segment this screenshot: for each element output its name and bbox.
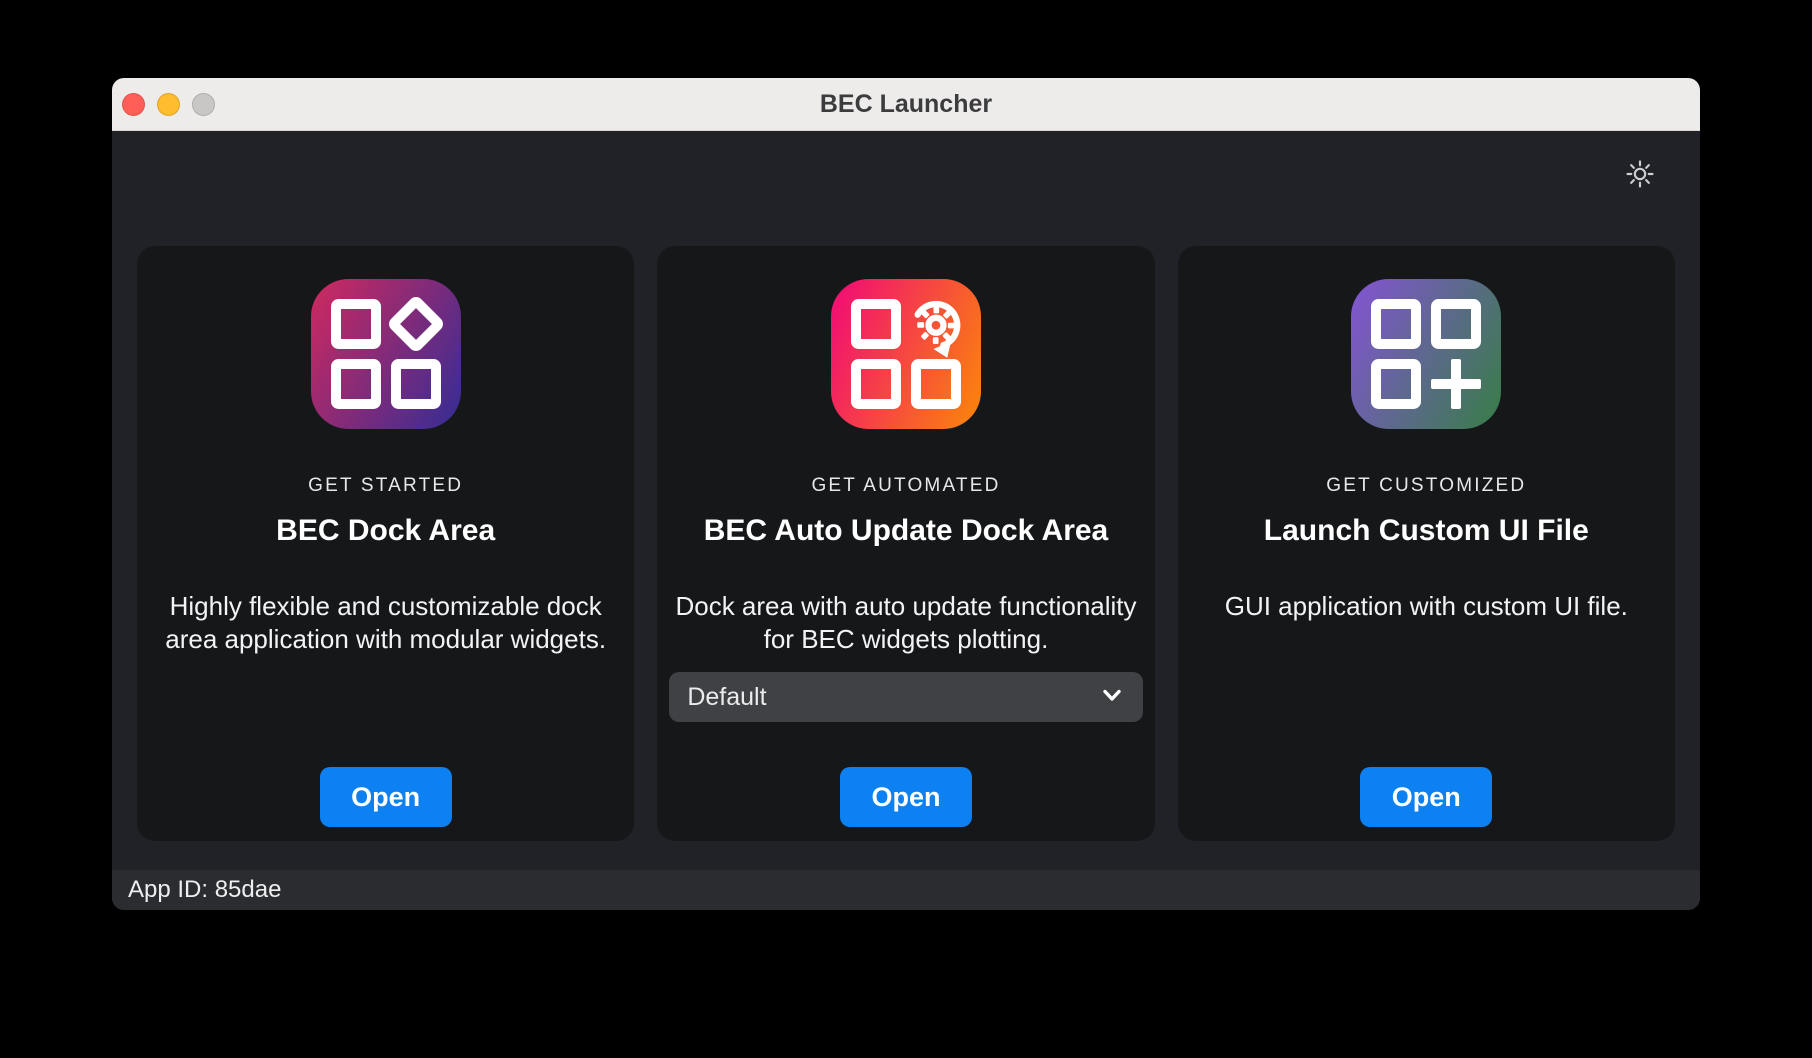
launcher-cards-row: GET STARTED BEC Dock Area Highly flexibl… (137, 246, 1675, 841)
config-select-value: Default (687, 683, 766, 712)
theme-toggle-button[interactable] (1620, 155, 1660, 195)
close-window-button[interactable] (122, 93, 145, 116)
card-launch-custom-ui: GET CUSTOMIZED Launch Custom UI File GUI… (1178, 246, 1675, 841)
main-content: GET STARTED BEC Dock Area Highly flexibl… (112, 131, 1700, 910)
app-id-label: App ID: 85dae (128, 876, 281, 904)
card-auto-update-dock-area: GET AUTOMATED BEC Auto Update Dock Area … (657, 246, 1154, 841)
card-description: GUI application with custom UI file. (1225, 590, 1628, 623)
card-eyebrow: GET CUSTOMIZED (1326, 475, 1526, 497)
status-bar: App ID: 85dae (112, 870, 1700, 910)
custom-ui-grid-icon (1351, 279, 1501, 429)
card-bec-dock-area: GET STARTED BEC Dock Area Highly flexibl… (137, 246, 634, 841)
zoom-window-button[interactable] (192, 93, 215, 116)
card-eyebrow: GET STARTED (308, 475, 463, 497)
card-description: Dock area with auto update functionality… (670, 590, 1142, 656)
card-eyebrow: GET AUTOMATED (811, 475, 1000, 497)
open-custom-ui-button[interactable]: Open (1360, 767, 1492, 827)
minimize-window-button[interactable] (157, 93, 180, 116)
open-auto-update-button[interactable]: Open (840, 767, 972, 827)
open-dock-area-button[interactable]: Open (320, 767, 452, 827)
titlebar: BEC Launcher (112, 78, 1700, 131)
chevron-down-icon (1097, 680, 1127, 715)
card-title: Launch Custom UI File (1264, 514, 1589, 548)
dock-area-grid-icon (311, 279, 461, 429)
config-select[interactable]: Default (669, 672, 1142, 722)
app-window: BEC Launcher (112, 78, 1700, 910)
card-title: BEC Dock Area (276, 514, 495, 548)
card-description: Highly flexible and customizable dock ar… (150, 590, 622, 656)
card-title: BEC Auto Update Dock Area (704, 514, 1109, 548)
traffic-lights (122, 78, 215, 130)
auto-update-grid-icon (831, 279, 981, 429)
window-title: BEC Launcher (820, 90, 992, 119)
sun-icon (1625, 159, 1655, 192)
